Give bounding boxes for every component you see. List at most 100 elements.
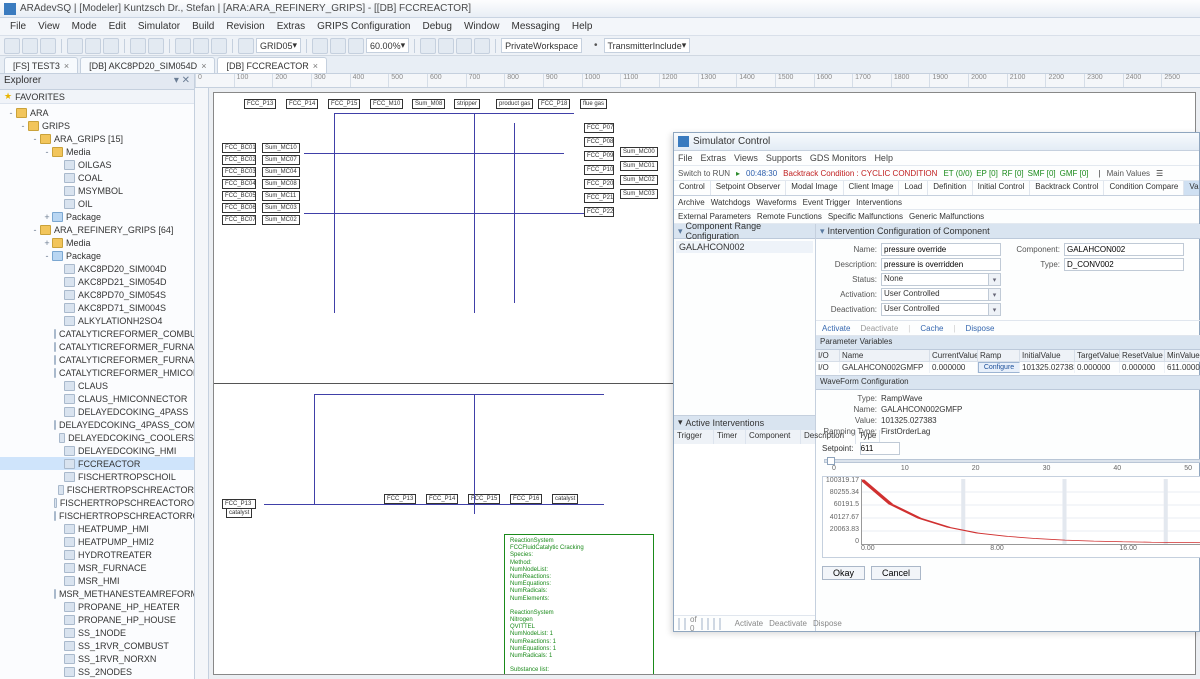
diagram-block[interactable]: FCC_BC04 — [222, 179, 256, 189]
sim-title-bar[interactable]: Simulator Control — [674, 133, 1199, 151]
tree-item[interactable]: CATALYTICREFORMER_FURNACE_OIL — [0, 353, 194, 366]
tree-item[interactable]: +Media — [0, 236, 194, 249]
tree-item[interactable]: AKC8PD21_SIM054D — [0, 275, 194, 288]
tree-item[interactable]: -Media — [0, 145, 194, 158]
menu-window[interactable]: Window — [458, 21, 506, 32]
tree-item[interactable]: AKC8PD71_SIM004S — [0, 301, 194, 314]
diagram-block[interactable]: FCC_P18 — [538, 99, 570, 109]
close-icon[interactable]: × — [313, 61, 318, 71]
diagram-block[interactable]: FCC_P07 — [584, 123, 614, 133]
sim-menu-item[interactable]: Supports — [766, 153, 802, 163]
menu-grips-configuration[interactable]: GRIPS Configuration — [311, 21, 416, 32]
diagram-block[interactable]: flue gas — [580, 99, 607, 109]
diagram-block[interactable]: Sum_MC00 — [620, 147, 658, 157]
tree-item[interactable]: FISCHERTROPSCHOIL — [0, 470, 194, 483]
tb-cut-icon[interactable] — [67, 38, 83, 54]
sim-tab[interactable]: Interventions — [856, 198, 902, 207]
sim-flag[interactable]: EP [0] — [976, 169, 998, 178]
tree-item[interactable]: CLAUS_HMICONNECTOR — [0, 392, 194, 405]
tree-item[interactable]: AKC8PD20_SIM004D — [0, 262, 194, 275]
diagram-block[interactable]: product gas — [496, 99, 533, 109]
sim-mainvalues-dd-icon[interactable]: ☰ — [1156, 169, 1163, 178]
diagram-block[interactable]: FCC_BC07 — [222, 215, 256, 225]
menu-mode[interactable]: Mode — [66, 21, 103, 32]
tb-zoom-combo[interactable]: 60.00% ▾ — [366, 38, 409, 53]
tree-item[interactable]: MSR_FURNACE — [0, 561, 194, 574]
deactivation-combo[interactable]: User Controlled — [881, 303, 989, 316]
tree-item[interactable]: DELAYEDCOKING_4PASS_COMBUST — [0, 418, 194, 431]
name-field[interactable] — [881, 243, 1001, 256]
sim-tab[interactable]: Watchdogs — [711, 198, 751, 207]
tree-item[interactable]: -ARA_GRIPS [15] — [0, 132, 194, 145]
diagram-block[interactable]: Sum_MC07 — [262, 155, 300, 165]
menu-build[interactable]: Build — [186, 21, 220, 32]
diagram-block[interactable]: Sum_MC04 — [262, 167, 300, 177]
tree-item[interactable]: HEATPUMP_HMI2 — [0, 535, 194, 548]
diagram-block[interactable]: FCC_P15 — [328, 99, 360, 109]
tb-grid-combo[interactable]: GRID05 ▾ — [256, 38, 301, 53]
doc-tab[interactable]: [FS] TEST3× — [4, 57, 78, 73]
diagram-block[interactable]: FCC_BC05 — [222, 191, 256, 201]
tree-item[interactable]: ALKYLATIONH2SO4 — [0, 314, 194, 327]
tb-transmitter-combo[interactable]: TransmitterInclude ▾ — [604, 38, 691, 53]
diagram-block[interactable]: FCC_BC02 — [222, 155, 256, 165]
diagram-block[interactable]: FCC_M10 — [370, 99, 403, 109]
sim-menu-item[interactable]: GDS Monitors — [810, 153, 867, 163]
sim-tab[interactable]: Initial Control — [973, 181, 1031, 195]
tb-paste-icon[interactable] — [103, 38, 119, 54]
tb-redo-icon[interactable] — [148, 38, 164, 54]
activation-combo[interactable]: User Controlled — [881, 288, 989, 301]
tree-item[interactable]: +Package — [0, 210, 194, 223]
sim-tab[interactable]: Control — [674, 181, 711, 195]
diagram-block[interactable]: Sum_MC11 — [262, 191, 300, 201]
sim-tab[interactable]: Waveforms — [756, 198, 796, 207]
tree-item[interactable]: CATALYTICREFORMER_FURNACE — [0, 340, 194, 353]
component-field[interactable] — [1064, 243, 1184, 256]
explorer-pin-icon[interactable]: ▾ ✕ — [174, 75, 190, 88]
tb-copy-icon[interactable] — [85, 38, 101, 54]
sim-flag[interactable]: SMF [0] — [1028, 169, 1056, 178]
dropdown-icon[interactable]: ▾ — [989, 303, 1001, 316]
tb-misc2-icon[interactable] — [438, 38, 454, 54]
page-first-icon[interactable] — [678, 618, 680, 630]
diagram-block[interactable]: FCC_P13 — [244, 99, 276, 109]
diagram-block[interactable]: FCC_P16 — [510, 494, 542, 504]
diagram-block[interactable]: FCC_BC01 — [222, 143, 256, 153]
tree-item[interactable]: PROPANE_HP_HOUSE — [0, 613, 194, 626]
tree-item[interactable]: -ARA_REFINERY_GRIPS [64] — [0, 223, 194, 236]
status-combo[interactable]: None — [881, 273, 989, 286]
diagram-block[interactable]: Sum_MC02 — [620, 175, 658, 185]
type-field[interactable] — [1064, 258, 1184, 271]
page-refresh-icon[interactable] — [713, 618, 715, 630]
tb-zoomin-icon[interactable] — [348, 38, 364, 54]
setpoint-slider[interactable] — [824, 459, 1200, 463]
diagram-block[interactable]: catalyst — [552, 494, 578, 504]
diagram-block[interactable]: stripper — [454, 99, 480, 109]
tree-item[interactable]: SS_1NODE — [0, 626, 194, 639]
menu-debug[interactable]: Debug — [416, 21, 457, 32]
tree-item[interactable]: AKC8PD70_SIM054S — [0, 288, 194, 301]
sim-tab[interactable]: Load — [899, 181, 928, 195]
diagram-block[interactable]: FCC_P10 — [584, 165, 614, 175]
tree-item[interactable]: PROPANE_HP_HEATER — [0, 600, 194, 613]
diagram-block[interactable]: Sum_MC08 — [262, 179, 300, 189]
tree-item[interactable]: MSR_HMI — [0, 574, 194, 587]
tree-item[interactable]: HEATPUMP_HMI — [0, 522, 194, 535]
diagram-block[interactable]: catalyst — [226, 508, 252, 518]
tree-item[interactable]: -Package — [0, 249, 194, 262]
tb-zoomout-icon[interactable] — [312, 38, 328, 54]
sim-menu-item[interactable]: Views — [734, 153, 758, 163]
menu-edit[interactable]: Edit — [103, 21, 132, 32]
configure-button[interactable]: Configure — [978, 362, 1020, 373]
tree-item[interactable]: FISCHERTROPSCHREACTOR — [0, 483, 194, 496]
tree-item[interactable]: OIL — [0, 197, 194, 210]
page-export-icon[interactable] — [719, 618, 721, 630]
active-interventions-header[interactable]: ▾ Active Interventions — [674, 415, 815, 430]
tb-grid-icon[interactable] — [238, 38, 254, 54]
okay-button[interactable]: Okay — [822, 566, 865, 580]
diagram-block[interactable]: FCC_P13 — [384, 494, 416, 504]
sim-menu-item[interactable]: Help — [874, 153, 893, 163]
tree-item[interactable]: SS_2NODES — [0, 665, 194, 678]
sim-flag[interactable]: RF [0] — [1002, 169, 1024, 178]
deactivate-link[interactable]: Deactivate — [860, 324, 898, 333]
